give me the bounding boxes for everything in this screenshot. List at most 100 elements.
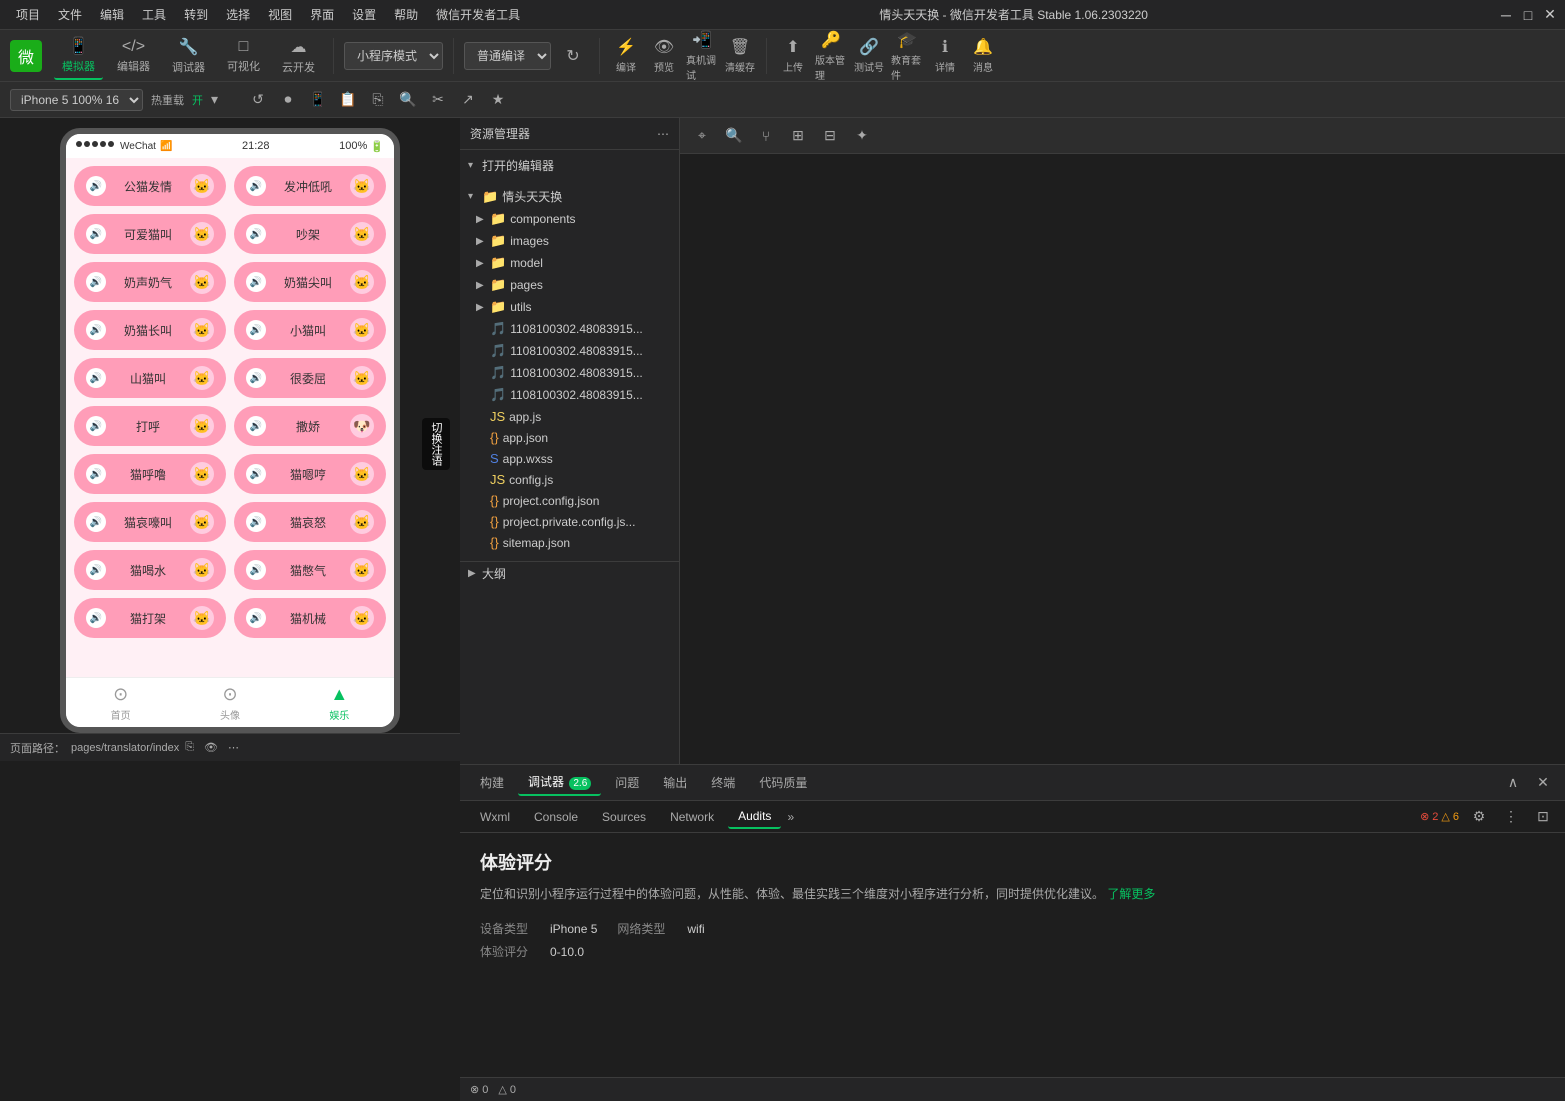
version-button[interactable]: 🔑 版本管理 [815, 40, 847, 72]
real-debug-button[interactable]: 📲 真机调试 [686, 40, 718, 72]
tab-entertainment[interactable]: ▲ 娱乐 [329, 684, 349, 722]
tab-code-quality[interactable]: 代码质量 [749, 770, 817, 795]
magic-icon[interactable]: ✦ [850, 124, 874, 148]
tree-app-json[interactable]: {} app.json [460, 427, 679, 448]
tree-pages[interactable]: ▶ 📁 pages [460, 274, 679, 296]
eye-icon[interactable]: 👁 [204, 741, 218, 754]
grid-icon[interactable]: ⊞ [786, 124, 810, 148]
cursor-icon[interactable]: ⌖ [690, 124, 714, 148]
sub-tab-wxml[interactable]: Wxml [470, 806, 520, 828]
cat-btn-7-1[interactable]: 🔊 猫哀怒 🐱 [234, 502, 386, 542]
cat-btn-5-0[interactable]: 🔊 打呼 🐱 [74, 406, 226, 446]
menu-goto[interactable]: 转到 [176, 4, 216, 25]
tree-file-mp3-4[interactable]: 🎵 1108100302.48083915... [460, 384, 679, 406]
tree-app-js[interactable]: JS app.js [460, 406, 679, 427]
cat-btn-4-1[interactable]: 🔊 很委屈 🐱 [234, 358, 386, 398]
cat-btn-4-0[interactable]: 🔊 山猫叫 🐱 [74, 358, 226, 398]
tab-debugger[interactable]: 调试器 2.6 [518, 769, 601, 796]
share-icon[interactable]: ↗ [456, 88, 480, 112]
cat-btn-1-0[interactable]: 🔊 可爱猫叫 🐱 [74, 214, 226, 254]
tree-file-mp3-2[interactable]: 🎵 1108100302.48083915... [460, 340, 679, 362]
cat-btn-8-1[interactable]: 🔊 猫憋气 🐱 [234, 550, 386, 590]
star-icon[interactable]: ★ [486, 88, 510, 112]
test-button[interactable]: 🔗 测试号 [853, 40, 885, 72]
clear-cache-button[interactable]: 🗑 清缓存 [724, 40, 756, 72]
cat-btn-3-0[interactable]: 🔊 奶猫长叫 🐱 [74, 310, 226, 350]
tree-sitemap[interactable]: {} sitemap.json [460, 532, 679, 553]
menu-tools[interactable]: 工具 [134, 4, 174, 25]
file-tree-more[interactable]: ⋯ [657, 127, 669, 141]
copy-path-icon[interactable]: ⎘ [185, 741, 194, 754]
devtools-close-icon[interactable]: ✕ [1531, 771, 1555, 795]
menu-settings[interactable]: 设置 [344, 4, 384, 25]
audit-learn-more-link[interactable]: 了解更多 [1107, 887, 1155, 901]
sub-tab-network[interactable]: Network [660, 806, 724, 828]
search-editor-icon[interactable]: 🔍 [722, 124, 746, 148]
tab-issues[interactable]: 问题 [605, 770, 649, 795]
tree-file-mp3-1[interactable]: 🎵 1108100302.48083915... [460, 318, 679, 340]
tree-file-mp3-3[interactable]: 🎵 1108100302.48083915... [460, 362, 679, 384]
tree-outline[interactable]: ▶ 大纲 [460, 561, 679, 585]
tab-build[interactable]: 构建 [470, 770, 514, 795]
sub-tab-audits[interactable]: Audits [728, 805, 781, 829]
cat-btn-9-0[interactable]: 🔊 猫打架 🐱 [74, 598, 226, 638]
tree-images[interactable]: ▶ 📁 images [460, 230, 679, 252]
edu-button[interactable]: 🎓 教育套件 [891, 40, 923, 72]
tree-model[interactable]: ▶ 📁 model [460, 252, 679, 274]
tree-project-root[interactable]: ▾ 📁 情头天天换 [460, 185, 679, 208]
detail-button[interactable]: ℹ 详情 [929, 40, 961, 72]
compile-button[interactable]: ⚡ 编译 [610, 40, 642, 72]
toolbar-editor[interactable]: </> 编辑器 [109, 34, 158, 78]
cat-btn-1-1[interactable]: 🔊 吵架 🐱 [234, 214, 386, 254]
menu-select[interactable]: 选择 [218, 4, 258, 25]
menu-weixin[interactable]: 微信开发者工具 [428, 4, 528, 25]
menu-view[interactable]: 视图 [260, 4, 300, 25]
menu-help[interactable]: 帮助 [386, 4, 426, 25]
branch-icon[interactable]: ⑂ [754, 124, 778, 148]
tree-components[interactable]: ▶ 📁 components [460, 208, 679, 230]
message-button[interactable]: 🔔 消息 [967, 40, 999, 72]
devtools-expand-icon[interactable]: ∧ [1501, 771, 1525, 795]
crop-icon[interactable]: ✂ [426, 88, 450, 112]
switch-language-badge[interactable]: 切换注语 [422, 418, 450, 470]
more-tabs-icon[interactable]: » [787, 810, 794, 824]
split-icon[interactable]: ⊟ [818, 124, 842, 148]
rotate-button[interactable]: ↺ [246, 88, 270, 112]
tab-home[interactable]: ⊙ 首页 [111, 684, 131, 722]
cat-btn-0-0[interactable]: 🔊 公猫发情 🐱 [74, 166, 226, 206]
menu-edit[interactable]: 编辑 [92, 4, 132, 25]
toolbar-debugger[interactable]: 🔧 调试器 [164, 33, 213, 79]
preview-button[interactable]: 👁 预览 [648, 40, 680, 72]
tab-terminal[interactable]: 终端 [701, 770, 745, 795]
dock-icon[interactable]: ⊡ [1531, 805, 1555, 829]
cat-btn-9-1[interactable]: 🔊 猫机械 🐱 [234, 598, 386, 638]
tree-utils[interactable]: ▶ 📁 utils [460, 296, 679, 318]
tab-avatar[interactable]: ⊙ 头像 [220, 684, 240, 722]
menu-project[interactable]: 项目 [8, 4, 48, 25]
cat-btn-7-0[interactable]: 🔊 猫哀嚎叫 🐱 [74, 502, 226, 542]
mode-select[interactable]: 小程序模式 [344, 42, 443, 70]
cat-btn-2-0[interactable]: 🔊 奶声奶气 🐱 [74, 262, 226, 302]
maximize-button[interactable]: □ [1521, 8, 1535, 22]
settings-icon[interactable]: ⚙ [1467, 805, 1491, 829]
tree-project-config[interactable]: {} project.config.json [460, 490, 679, 511]
toolbar-visual[interactable]: □ 可视化 [219, 34, 268, 78]
minimize-button[interactable]: ─ [1499, 8, 1513, 22]
toolbar-simulator[interactable]: 📱 模拟器 [54, 32, 103, 80]
tree-project-private[interactable]: {} project.private.config.js... [460, 511, 679, 532]
refresh-button[interactable]: ↻ [557, 40, 589, 72]
upload-button[interactable]: ⬆ 上传 [777, 40, 809, 72]
copy-icon[interactable]: ⎘ [366, 88, 390, 112]
cat-btn-2-1[interactable]: 🔊 奶猫尖叫 🐱 [234, 262, 386, 302]
chevron-down-icon[interactable]: ▾ [211, 91, 218, 108]
cat-btn-6-1[interactable]: 🔊 猫嗯哼 🐱 [234, 454, 386, 494]
cat-btn-6-0[interactable]: 🔊 猫呼噜 🐱 [74, 454, 226, 494]
cat-btn-8-0[interactable]: 🔊 猫喝水 🐱 [74, 550, 226, 590]
sub-tab-sources[interactable]: Sources [592, 806, 656, 828]
more-icon[interactable]: ⋯ [228, 741, 239, 754]
device-select[interactable]: iPhone 5 100% 16 [10, 89, 143, 111]
cat-btn-0-1[interactable]: 🔊 发冲低吼 🐱 [234, 166, 386, 206]
zoom-icon[interactable]: 🔍 [396, 88, 420, 112]
compile-select[interactable]: 普通编译 [464, 42, 551, 70]
cat-btn-3-1[interactable]: 🔊 小猫叫 🐱 [234, 310, 386, 350]
